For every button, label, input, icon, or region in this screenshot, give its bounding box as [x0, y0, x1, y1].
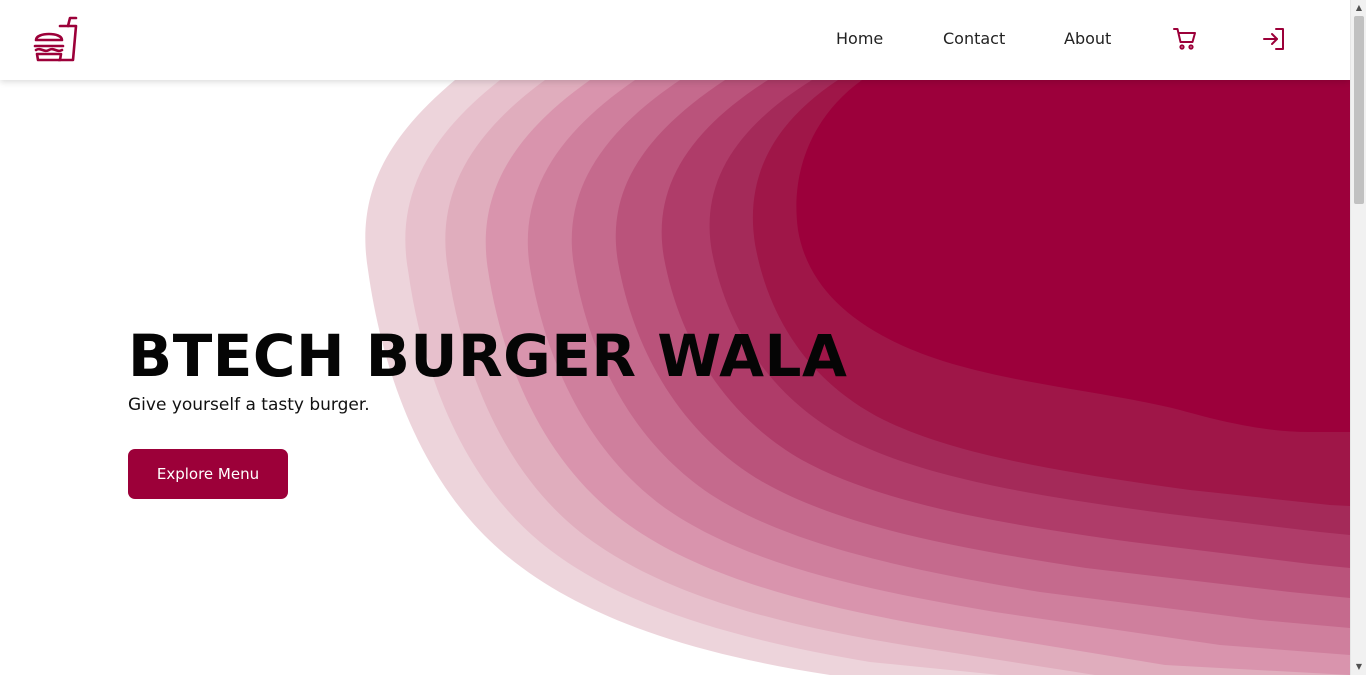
- vertical-scrollbar[interactable]: ▲ ▼: [1350, 0, 1366, 675]
- scroll-thumb[interactable]: [1354, 16, 1364, 204]
- scroll-up-arrow-icon[interactable]: ▲: [1351, 0, 1366, 16]
- page: Home Contact About BTECH BURGER WALA Giv…: [0, 0, 1366, 675]
- hero-section: BTECH BURGER WALA Give yourself a tasty …: [0, 80, 1350, 675]
- nav-home-link[interactable]: Home: [836, 29, 883, 48]
- navbar: Home Contact About: [0, 0, 1350, 80]
- hero-subtitle: Give yourself a tasty burger.: [128, 395, 370, 415]
- nav-contact-link[interactable]: Contact: [943, 29, 1005, 48]
- explore-menu-button[interactable]: Explore Menu: [128, 449, 288, 499]
- scroll-down-arrow-icon[interactable]: ▼: [1351, 659, 1366, 675]
- login-icon[interactable]: [1261, 26, 1287, 52]
- hero-title: BTECH BURGER WALA: [128, 322, 848, 390]
- nav-links: Home Contact About: [0, 0, 1350, 80]
- cart-icon[interactable]: [1172, 26, 1198, 52]
- nav-about-link[interactable]: About: [1064, 29, 1111, 48]
